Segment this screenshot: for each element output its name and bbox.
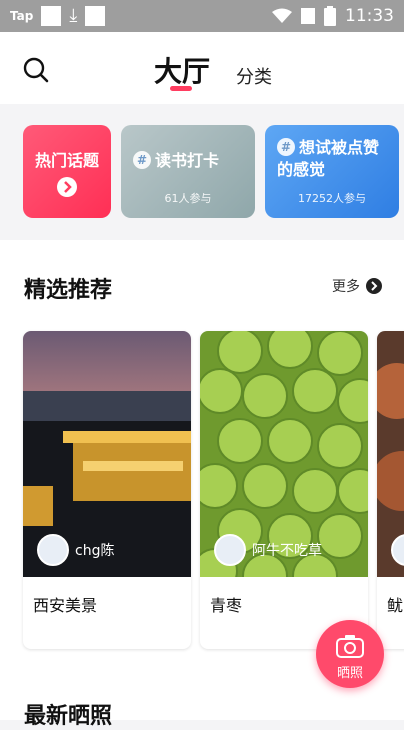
avatar <box>37 534 69 566</box>
post-photo-button[interactable]: 晒照 <box>316 620 384 688</box>
post-author[interactable]: chg陈 <box>37 534 114 566</box>
topic-card-hot[interactable]: 热门话题 <box>23 125 111 218</box>
camera-icon <box>336 635 364 658</box>
topic-card-reading[interactable]: # 读书打卡 61人参与 <box>121 125 255 218</box>
topic-participants: 17252人参与 <box>298 192 366 205</box>
author-name: 阿牛不吃草 <box>252 543 322 559</box>
tab-categories[interactable]: 分类 <box>236 63 272 89</box>
post-title: 西安美景 <box>33 596 98 615</box>
status-time: 11:33 <box>345 6 394 26</box>
avatar <box>391 534 404 566</box>
topic-title: # 读书打卡 <box>133 147 219 171</box>
featured-section-header: 精选推荐 更多 <box>0 240 404 328</box>
topic-title: 热门话题 <box>35 151 100 170</box>
post-card[interactable]: 鱿 <box>377 331 404 649</box>
more-link[interactable]: 更多 <box>332 276 382 296</box>
tab-hall[interactable]: 大厅 <box>154 50 210 90</box>
topic-participants: 61人参与 <box>164 192 212 205</box>
signal-icon <box>301 8 315 24</box>
hashtag-icon: # <box>133 151 151 169</box>
section-title: 精选推荐 <box>24 278 113 303</box>
wifi-icon <box>272 8 292 23</box>
post-card[interactable]: 阿牛不吃草 青枣 <box>200 331 368 649</box>
section-title: 最新晒照 <box>24 704 113 729</box>
avatar <box>214 534 246 566</box>
search-icon[interactable] <box>22 56 50 84</box>
topic-cards: 热门话题 # 读书打卡 61人参与 # 想试被点赞的感觉 17252人参与 <box>0 104 404 240</box>
notification-icon <box>41 6 62 26</box>
notification-icon <box>85 6 106 26</box>
topic-title: # 想试被点赞的感觉 <box>277 138 380 179</box>
battery-icon <box>324 6 336 26</box>
hashtag-icon: # <box>277 138 295 156</box>
top-bar: 大厅 分类 <box>0 32 404 104</box>
fab-label: 晒照 <box>336 666 363 681</box>
download-icon: ⤓ <box>69 5 78 26</box>
status-bar: Tap ⤓ 11:33 <box>0 0 404 32</box>
post-card[interactable]: chg陈 西安美景 <box>23 331 191 649</box>
topic-card-like[interactable]: # 想试被点赞的感觉 17252人参与 <box>265 125 399 218</box>
author-name: chg陈 <box>75 543 115 559</box>
more-label: 更多 <box>332 279 360 295</box>
chevron-right-icon <box>366 278 382 294</box>
post-author[interactable]: 阿牛不吃草 <box>214 534 322 566</box>
status-app-label: Tap <box>10 9 34 23</box>
post-title: 青枣 <box>210 596 243 615</box>
go-icon <box>57 177 77 197</box>
post-author[interactable] <box>391 534 404 566</box>
post-title: 鱿 <box>387 596 404 615</box>
active-tab-indicator <box>170 86 192 91</box>
featured-feed: chg陈 西安美景 阿牛不吃草 青枣 鱿 <box>0 328 404 658</box>
